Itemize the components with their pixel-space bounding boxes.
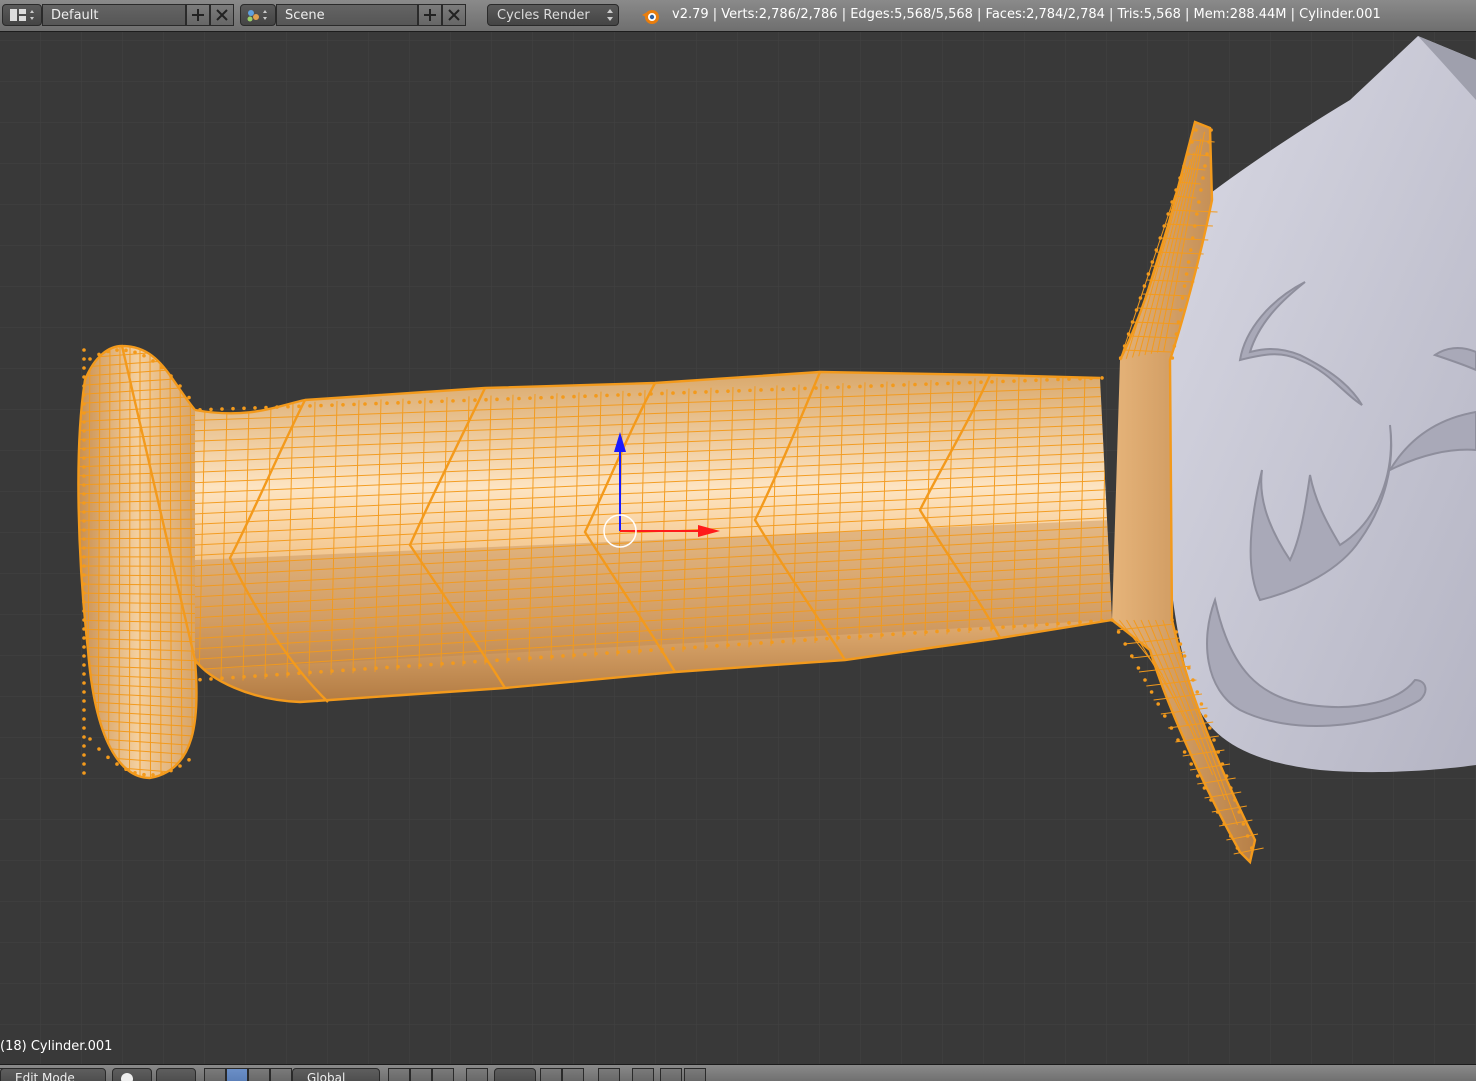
edge-select-icon[interactable] [410, 1068, 432, 1081]
opengl-render-icon[interactable] [684, 1068, 706, 1081]
screen-layout-icon[interactable] [2, 4, 42, 26]
close-icon[interactable] [442, 4, 466, 26]
render-still-icon[interactable] [632, 1068, 654, 1081]
orientation-dropdown[interactable]: Global [292, 1068, 380, 1081]
screen-layout-field[interactable]: Default [42, 4, 186, 26]
vertex-select-icon[interactable] [388, 1068, 410, 1081]
mirror-icon[interactable] [540, 1068, 562, 1081]
chevron-updown-icon [606, 8, 614, 22]
render-engine-dropdown[interactable]: Cycles Render [487, 4, 619, 26]
snap-element-icon[interactable] [598, 1068, 620, 1081]
occlude-geometry-icon[interactable] [466, 1068, 488, 1081]
info-header: Default Scene Cycles Render v2.79 | Vert… [0, 0, 1476, 32]
object-info-label: (18) Cylinder.001 [0, 1039, 112, 1054]
render-engine-label: Cycles Render [497, 8, 590, 23]
mode-dropdown[interactable]: Edit Mode [0, 1068, 106, 1081]
pivot-icon[interactable] [156, 1068, 196, 1081]
scene-statistics: v2.79 | Verts:2,786/2,786 | Edges:5,568/… [672, 7, 1381, 22]
3d-view-header: Edit Mode Global [0, 1064, 1476, 1081]
snap-icon[interactable] [562, 1068, 584, 1081]
scene-icon[interactable] [240, 4, 276, 26]
blender-logo-icon [640, 6, 662, 26]
translate-icon[interactable] [226, 1068, 248, 1081]
render-engine-group: Cycles Render [487, 4, 619, 26]
viewport-scene[interactable] [0, 32, 1476, 1064]
rotate-icon[interactable] [248, 1068, 270, 1081]
close-icon[interactable] [210, 4, 234, 26]
add-icon[interactable] [418, 4, 442, 26]
scene-field[interactable]: Scene [276, 4, 418, 26]
scale-icon[interactable] [270, 1068, 292, 1081]
shading-icon[interactable] [112, 1068, 152, 1081]
render-animation-icon[interactable] [660, 1068, 682, 1081]
manipulator-toggle-icon[interactable] [204, 1068, 226, 1081]
3d-viewport[interactable]: (18) Cylinder.001 [0, 32, 1476, 1064]
face-select-icon[interactable] [432, 1068, 454, 1081]
screen-layout-group: Default [2, 4, 234, 26]
add-icon[interactable] [186, 4, 210, 26]
scene-group: Scene [240, 4, 466, 26]
proportional-edit-icon[interactable] [494, 1068, 536, 1081]
